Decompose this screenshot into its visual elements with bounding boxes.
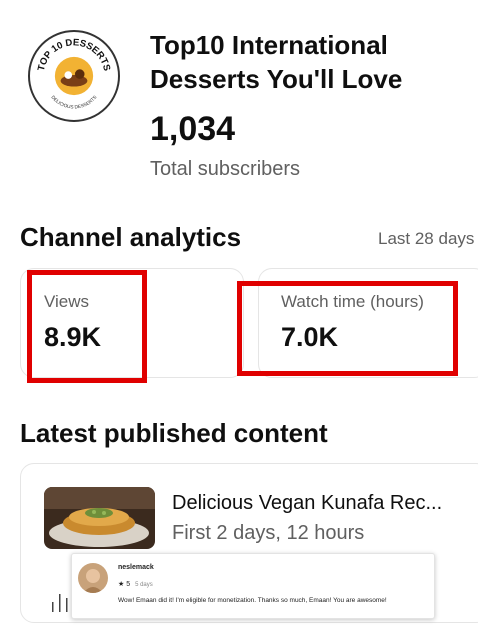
channel-title: Top10 International Desserts You'll Love <box>150 28 470 96</box>
review-rating: ★ 5 5 days <box>118 580 153 588</box>
reviewer-name: neslemack <box>118 564 154 571</box>
date-range-label[interactable]: Last 28 days <box>378 229 474 249</box>
channel-logo: TOP 10 DESSERTS DELICIOUS DESSERTS <box>28 30 120 122</box>
review-text: Wow! Emaan did it! I'm eligible for mone… <box>118 597 387 604</box>
reviewer-avatar <box>78 563 108 593</box>
channel-analytics-title: Channel analytics <box>20 222 242 252</box>
subscriber-label: Total subscribers <box>150 158 301 180</box>
star-icon: ★ <box>118 581 125 588</box>
latest-content-title: Latest published content <box>20 418 328 448</box>
avatar-icon <box>78 563 108 593</box>
svg-text:DELICIOUS DESSERTS: DELICIOUS DESSERTS <box>50 95 99 111</box>
review-age: 5 days <box>135 582 153 588</box>
video-meta: First 2 days, 12 hours <box>172 522 365 544</box>
watch-time-highlight-box <box>237 281 458 376</box>
video-title[interactable]: Delicious Vegan Kunafa Rec... <box>172 492 442 515</box>
video-thumbnail[interactable] <box>44 487 155 549</box>
subscriber-count: 1,034 <box>150 110 236 148</box>
channel-title-line2: Desserts You'll Love <box>150 64 403 94</box>
views-highlight-box <box>27 270 147 383</box>
top10-desserts-logo-icon: TOP 10 DESSERTS DELICIOUS DESSERTS <box>36 37 112 111</box>
rating-value: 5 <box>126 581 131 588</box>
channel-title-line1: Top10 International <box>150 30 388 60</box>
kunafa-thumbnail-icon <box>44 487 155 549</box>
